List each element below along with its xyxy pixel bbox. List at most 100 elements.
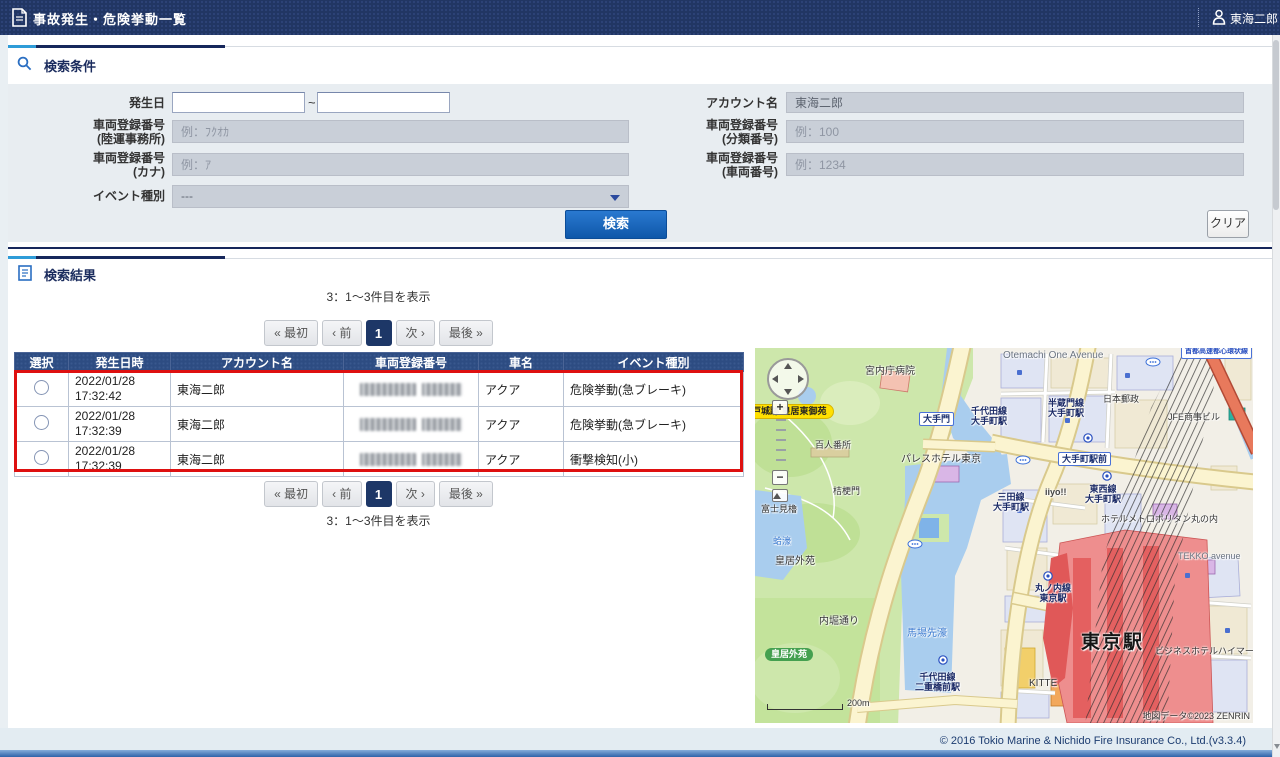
row-radio[interactable] — [34, 380, 49, 395]
map-pan-control[interactable] — [767, 358, 809, 400]
map-label-chiyoda-otemachi: 千代田線 大手町駅 — [971, 406, 1007, 427]
date-label: 発生日 — [8, 96, 165, 110]
account-input — [786, 92, 1244, 113]
cell-event-type: 危険挙動(急ブレーキ) — [564, 407, 744, 442]
map-canvas[interactable]: Otemachi One Avenue 首都高速都心環状線 宮内庁病院 戸城跡 … — [755, 348, 1253, 723]
cell-vehicle-no-redacted — [344, 407, 479, 442]
footer-accent-bar — [0, 750, 1280, 757]
cell-account: 東海二郎 — [171, 442, 344, 477]
results-section-title: 検索結果 — [44, 265, 96, 284]
pagination-last-button[interactable]: 最後 » — [439, 320, 493, 346]
cell-car-name: アクア — [479, 407, 564, 442]
clear-button[interactable]: クリア — [1207, 210, 1249, 238]
map-label-nijubashimae: 千代田線 二重橋前駅 — [915, 672, 960, 693]
cell-account: 東海二郎 — [171, 372, 344, 407]
pagination-first-button[interactable]: « 最初 — [264, 481, 318, 507]
section-accent-dark — [36, 256, 225, 259]
map-label-hamaguri-moat: 蛤濠 — [773, 536, 791, 546]
col-header-datetime: 発生日時 — [69, 353, 171, 372]
results-table: 選択 発生日時 アカウント名 車両登録番号 車名 イベント種別 2022/01/… — [14, 352, 744, 477]
table-header-row: 選択 発生日時 アカウント名 車両登録番号 車名 イベント種別 — [15, 353, 744, 372]
col-header-vehicle-no: 車両登録番号 — [344, 353, 479, 372]
col-header-car-name: 車名 — [479, 353, 564, 372]
pagination-first-button[interactable]: « 最初 — [264, 320, 318, 346]
map-label-tozai-otemachi: 東西線 大手町駅 — [1085, 484, 1121, 505]
scrollbar-thumb[interactable] — [1273, 40, 1279, 210]
arrow-up-icon — [773, 493, 781, 499]
cell-car-name: アクア — [479, 372, 564, 407]
row-radio[interactable] — [34, 415, 49, 430]
pagination-last-button[interactable]: 最後 » — [439, 481, 493, 507]
page-title: 事故発生・危険挙動一覧 — [33, 9, 187, 28]
event-type-select[interactable]: --- — [172, 185, 629, 208]
map-scale-bar — [767, 704, 843, 710]
map-label-kikyomon: 桔梗門 — [833, 486, 860, 496]
map-label-uchibori-dori: 内堀通り — [819, 616, 859, 628]
search-icon — [17, 56, 32, 71]
user-icon — [1212, 9, 1226, 25]
cell-car-name: アクア — [479, 442, 564, 477]
pan-down-icon[interactable] — [784, 389, 792, 395]
result-count-bottom: 3：1～3件目を表示 — [14, 512, 743, 529]
pagination-current-page[interactable]: 1 — [366, 481, 392, 507]
cell-event-type: 衝撃検知(小) — [564, 442, 744, 477]
result-count-top: 3：1～3件目を表示 — [14, 288, 743, 305]
user-name[interactable]: 東海二郎 — [1230, 10, 1278, 27]
date-to-input[interactable] — [317, 92, 450, 113]
pan-up-icon[interactable] — [784, 363, 792, 369]
map-label-hotel-metropolitan: ホテルメトロポリタン丸の内 — [1101, 514, 1218, 524]
table-row: 2022/01/2817:32:39 東海二郎 アクア 危険挙動(急ブレーキ) — [15, 407, 744, 442]
date-from-input[interactable] — [172, 92, 305, 113]
col-header-event-type: イベント種別 — [564, 353, 744, 372]
copyright-text: © 2016 Tokio Marine & Nichido Fire Insur… — [0, 735, 1246, 747]
map-zoom-in-button[interactable]: + — [772, 400, 788, 415]
pagination-next-button[interactable]: 次 › — [396, 320, 435, 346]
cell-vehicle-no-redacted — [344, 372, 479, 407]
map-label-iiyo: iiyo!! — [1045, 487, 1067, 497]
pagination-prev-button[interactable]: ‹ 前 — [322, 481, 361, 507]
map-label-business-hotel: ビジネスホテルハイマート — [1155, 646, 1253, 656]
pan-right-icon[interactable] — [798, 375, 804, 383]
map-label-hyakunin-bansho: 百人番所 — [815, 440, 851, 450]
map-label-kunaicho-hospital: 宮内庁病院 — [865, 366, 915, 378]
map-label-otemachi-avenue: Otemachi One Avenue — [1003, 350, 1103, 362]
map-label-kokyo-gaien: 皇居外苑 — [775, 556, 815, 568]
pagination-top: « 最初 ‹ 前 1 次 › 最後 » — [14, 320, 743, 346]
map-label-marunouchi-tokyo: 丸ノ内線 東京駅 — [1035, 583, 1071, 604]
pagination-current-page[interactable]: 1 — [366, 320, 392, 346]
event-type-value: --- — [181, 189, 193, 203]
pagination-next-button[interactable]: 次 › — [396, 481, 435, 507]
map-label-mita-otemachi: 三田線 大手町駅 — [993, 492, 1029, 513]
row-radio[interactable] — [34, 450, 49, 465]
class-no-label: 車両登録番号 (分類番号) — [620, 118, 778, 146]
pagination-prev-button[interactable]: ‹ 前 — [322, 320, 361, 346]
kana-label: 車両登録番号 (カナ) — [8, 151, 165, 179]
reg-office-label: 車両登録番号 (陸運事務所) — [8, 118, 165, 146]
map-overview-toggle[interactable] — [772, 489, 788, 502]
map-label-tekko-avenue: TEKKO avenue — [1178, 551, 1241, 561]
map-zoom-out-button[interactable]: − — [772, 470, 788, 485]
map-label-nihon-yusei: 日本郵政 — [1103, 394, 1139, 404]
kana-input — [172, 153, 629, 176]
chevron-down-icon — [610, 195, 620, 201]
map-zoom-slider[interactable] — [776, 419, 786, 467]
pan-left-icon[interactable] — [772, 375, 778, 383]
map-attribution: 地図データ©2023 ZENRIN — [1142, 711, 1250, 721]
cell-datetime: 2022/01/2817:32:39 — [69, 407, 171, 442]
document-icon — [12, 8, 27, 27]
search-button[interactable]: 検索 — [565, 210, 667, 239]
date-separator: ~ — [308, 95, 316, 110]
search-section-title: 検索条件 — [44, 56, 96, 75]
map-label-jfe-bldg: JFE商事ビル — [1168, 412, 1220, 422]
map-label-kitte: KITTE — [1029, 678, 1057, 690]
map-label-otemon: 大手門 — [919, 412, 954, 426]
cell-datetime: 2022/01/2817:32:39 — [69, 442, 171, 477]
table-row: 2022/01/2817:32:39 東海二郎 アクア 衝撃検知(小) — [15, 442, 744, 477]
map-label-otemachi-ekimae: 大手町駅前 — [1058, 452, 1111, 466]
cell-vehicle-no-redacted — [344, 442, 479, 477]
col-header-account: アカウント名 — [171, 353, 344, 372]
cell-datetime: 2022/01/2817:32:42 — [69, 372, 171, 407]
reg-office-input — [172, 120, 629, 143]
scrollbar-down-arrow-icon[interactable] — [1274, 744, 1280, 749]
results-document-icon — [18, 265, 32, 281]
